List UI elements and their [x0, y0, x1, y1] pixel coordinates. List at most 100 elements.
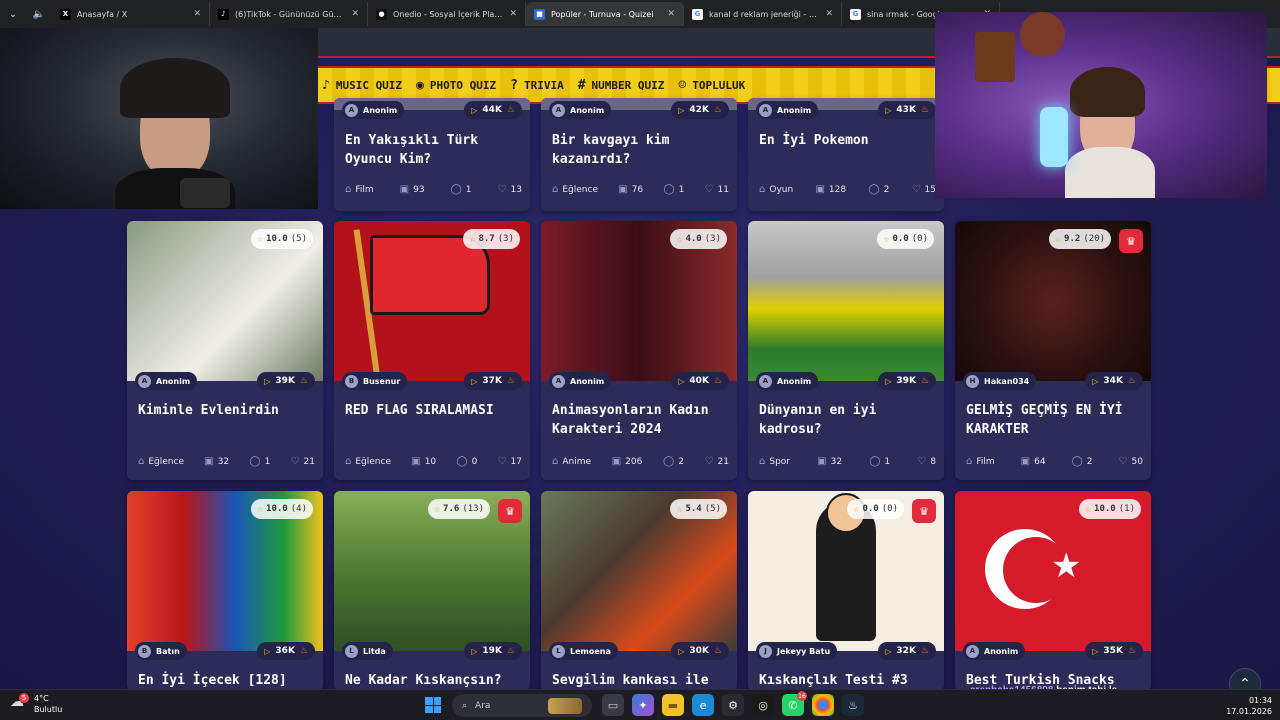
- quiz-card[interactable]: A Anonim ▷ 44K ♨ En Yakışıklı Türk Oyuncu Kim…: [334, 98, 530, 211]
- card-meta: ⌂ Eğlence ▣ 10 ◯ 0 ♡ 17: [345, 456, 522, 467]
- browser-tab[interactable]: Gkanal d reklam jeneriği - Google ✕: [684, 2, 842, 26]
- browser-tab[interactable]: ♪ (6)TikTok - Gününüzü Güzelleştirin ✕: [210, 2, 368, 26]
- tab-close-icon[interactable]: ✕: [509, 9, 517, 19]
- card-author[interactable]: L Litda: [342, 642, 393, 660]
- crown-icon[interactable]: ♛: [1119, 229, 1143, 253]
- avatar: L: [552, 644, 565, 658]
- quiz-title[interactable]: En İyi İçecek [128]: [138, 671, 314, 689]
- nav-hash[interactable]: # NUMBER QUIZ: [578, 78, 665, 93]
- comment-icon: ◯: [450, 184, 462, 195]
- card-author[interactable]: B Busenur: [342, 372, 408, 390]
- quiz-title[interactable]: Bir kavgayı kim kazanırdı?: [552, 131, 728, 169]
- quiz-card[interactable]: ☆ 5.4 (5) L Lemoena ▷ 30K ♨ Sevgilim kankası ile: [541, 491, 737, 689]
- card-author[interactable]: J Jekeyy Batu: [756, 642, 838, 660]
- tag-icon: ⌂: [552, 184, 559, 195]
- card-item-count: ▣ 32: [817, 456, 842, 467]
- browser-tab[interactable]: X Anasayfa / X ✕: [52, 2, 210, 26]
- nav-camera[interactable]: ◉ PHOTO QUIZ: [416, 78, 496, 93]
- tab-close-icon[interactable]: ✕: [351, 9, 359, 19]
- card-author[interactable]: A Anonim: [549, 101, 612, 119]
- windows-start-icon[interactable]: [425, 697, 441, 713]
- card-author[interactable]: A Anonim: [342, 101, 405, 119]
- card-category[interactable]: ⌂ Oyun: [759, 184, 793, 195]
- tab-close-icon[interactable]: ✕: [193, 9, 201, 19]
- quiz-card[interactable]: ☆ 0.0 (0) ♛ J Jekeyy Batu ▷ 32K ♨ Kıskançlık Test…: [748, 491, 944, 689]
- card-item-count: ▣ 10: [411, 456, 436, 467]
- quiz-title[interactable]: Kiminle Evlenirdin: [138, 401, 314, 420]
- quiz-card[interactable]: A Anonim ▷ 43K ♨ En İyi Pokemon ⌂ Oyun ▣ 128 ◯ 2 ♡ 15: [748, 98, 944, 211]
- tab-close-icon[interactable]: ✕: [825, 9, 833, 19]
- card-category[interactable]: ⌂ Eğlence: [345, 456, 391, 467]
- card-author[interactable]: A Anonim: [756, 372, 819, 390]
- crown-icon[interactable]: ♛: [912, 499, 936, 523]
- quiz-card[interactable]: ☆ 10.0 (5) A Anonim ▷ 39K ♨ Kiminle Evlenirdin ⌂ E…: [127, 221, 323, 480]
- settings-gear-icon[interactable]: ⚙: [722, 694, 744, 716]
- crown-icon[interactable]: ♛: [498, 499, 522, 523]
- tab-list-chevron-icon[interactable]: ⌄: [0, 3, 26, 25]
- taskbar-search-box[interactable]: ⌕ Ara: [452, 694, 592, 717]
- card-author[interactable]: A Anonim: [756, 101, 819, 119]
- quiz-card[interactable]: ☆ 8.7 (3) B Busenur ▷ 37K ♨ RED FLAG SIRALAMASI ⌂…: [334, 221, 530, 480]
- card-item-count-value: 10: [424, 456, 437, 467]
- card-category[interactable]: ⌂ Spor: [759, 456, 790, 467]
- card-item-count: ▣ 128: [815, 184, 846, 195]
- card-category[interactable]: ⌂ Eğlence: [552, 184, 598, 195]
- edge-icon[interactable]: e: [692, 694, 714, 716]
- copilot-icon[interactable]: ✦: [632, 694, 654, 716]
- star-icon: ☆: [676, 233, 683, 245]
- card-author[interactable]: H Hakan034: [963, 372, 1037, 390]
- card-author[interactable]: L Lemoena: [549, 642, 618, 660]
- fire-icon: ♨: [506, 105, 515, 115]
- system-clock[interactable]: 01:34 17.01.2026: [1220, 695, 1272, 717]
- card-category[interactable]: ⌂ Film: [345, 184, 374, 195]
- card-author[interactable]: B Batın: [135, 642, 187, 660]
- quiz-title[interactable]: En İyi Pokemon: [759, 131, 935, 150]
- quiz-card[interactable]: ☆ 10.0 (4) B Batın ▷ 36K ♨ En İyi İçecek [128]: [127, 491, 323, 689]
- card-author[interactable]: A Anonim: [963, 642, 1026, 660]
- quiz-card[interactable]: ☆ 9.2 (20) ♛ H Hakan034 ▷ 34K ♨ GELMİŞ GEÇMİŞ EN …: [955, 221, 1151, 480]
- card-author[interactable]: A Anonim: [135, 372, 198, 390]
- card-author[interactable]: A Anonim: [549, 372, 612, 390]
- tab-close-icon[interactable]: ✕: [667, 9, 675, 19]
- steam-icon[interactable]: ♨: [842, 694, 864, 716]
- google-icon: G: [692, 8, 703, 20]
- card-item-count-value: 64: [1034, 456, 1046, 467]
- weather-widget[interactable]: ☁ 5 4°C Bulutlu: [10, 693, 62, 715]
- play-count: 35K: [1103, 646, 1123, 656]
- task-view-icon[interactable]: ▭: [602, 694, 624, 716]
- quiz-card[interactable]: ★ ☆ 10.0 (1) A Anonim ▷ 35K ♨ Best Turkish Snacks: [955, 491, 1151, 689]
- quiz-title[interactable]: Sevgilim kankası ile: [552, 671, 728, 689]
- whatsapp-icon[interactable]: ✆ 16: [782, 691, 807, 716]
- nav-chat-question[interactable]: ? TRIVIA: [510, 78, 564, 93]
- flag-star-shape: ★: [1051, 546, 1082, 586]
- card-category[interactable]: ⌂ Eğlence: [138, 456, 184, 467]
- nav-music[interactable]: ♪ MUSIC QUIZ: [322, 78, 402, 93]
- card-category[interactable]: ⌂ Film: [966, 456, 995, 467]
- streamer-webcam-left: [0, 28, 318, 209]
- quiz-card[interactable]: ☆ 0.0 (0) A Anonim ▷ 39K ♨ Dünyanın en iyi kadro…: [748, 221, 944, 480]
- quiz-title[interactable]: Animasyonların Kadın Karakteri 2024: [552, 401, 728, 439]
- scroll-to-top-button[interactable]: ⌃: [1229, 668, 1261, 689]
- quiz-card[interactable]: ☆ 4.0 (3) A Anonim ▷ 40K ♨ Animasyonların Kadın …: [541, 221, 737, 480]
- quiz-title[interactable]: Dünyanın en iyi kadrosu?: [759, 401, 935, 439]
- browser-tab[interactable]: ● Onedio - Sosyal İçerik Platformu ✕: [368, 2, 526, 26]
- chrome-icon[interactable]: [812, 694, 834, 716]
- quiz-title[interactable]: RED FLAG SIRALAMASI: [345, 401, 521, 420]
- quiz-title[interactable]: Ne Kadar Kıskançsın?: [345, 671, 521, 689]
- card-category[interactable]: ⌂ Anime: [552, 456, 591, 467]
- nav-users[interactable]: ☺ TOPLULUK: [678, 78, 745, 93]
- quiz-title[interactable]: Kıskançlık Testi #3: [759, 671, 935, 689]
- obs-icon[interactable]: ◎: [752, 694, 774, 716]
- card-like-count: ♡ 50: [1119, 456, 1143, 467]
- quiz-card[interactable]: A Anonim ▷ 42K ♨ Bir kavgayı kim kazanırdı? ⌂ E…: [541, 98, 737, 211]
- play-count-badge: ▷ 39K ♨: [878, 372, 936, 390]
- file-explorer-icon[interactable]: ▬: [662, 694, 684, 716]
- quiz-title[interactable]: En Yakışıklı Türk Oyuncu Kim?: [345, 131, 521, 169]
- avatar: A: [759, 103, 772, 117]
- rating-value: 0.0: [892, 234, 909, 244]
- play-count: 30K: [689, 646, 709, 656]
- quiz-title[interactable]: GELMİŞ GEÇMİŞ EN İYİ KARAKTER: [966, 401, 1142, 439]
- browser-tab[interactable]: ■ Popüler - Turnuva - Quizei ✕: [526, 2, 684, 26]
- quiz-card[interactable]: ☆ 7.6 (13) ♛ L Litda ▷ 19K ♨ Ne Kadar Kıskançsın?: [334, 491, 530, 689]
- mute-audio-icon[interactable]: 🔈: [26, 3, 52, 25]
